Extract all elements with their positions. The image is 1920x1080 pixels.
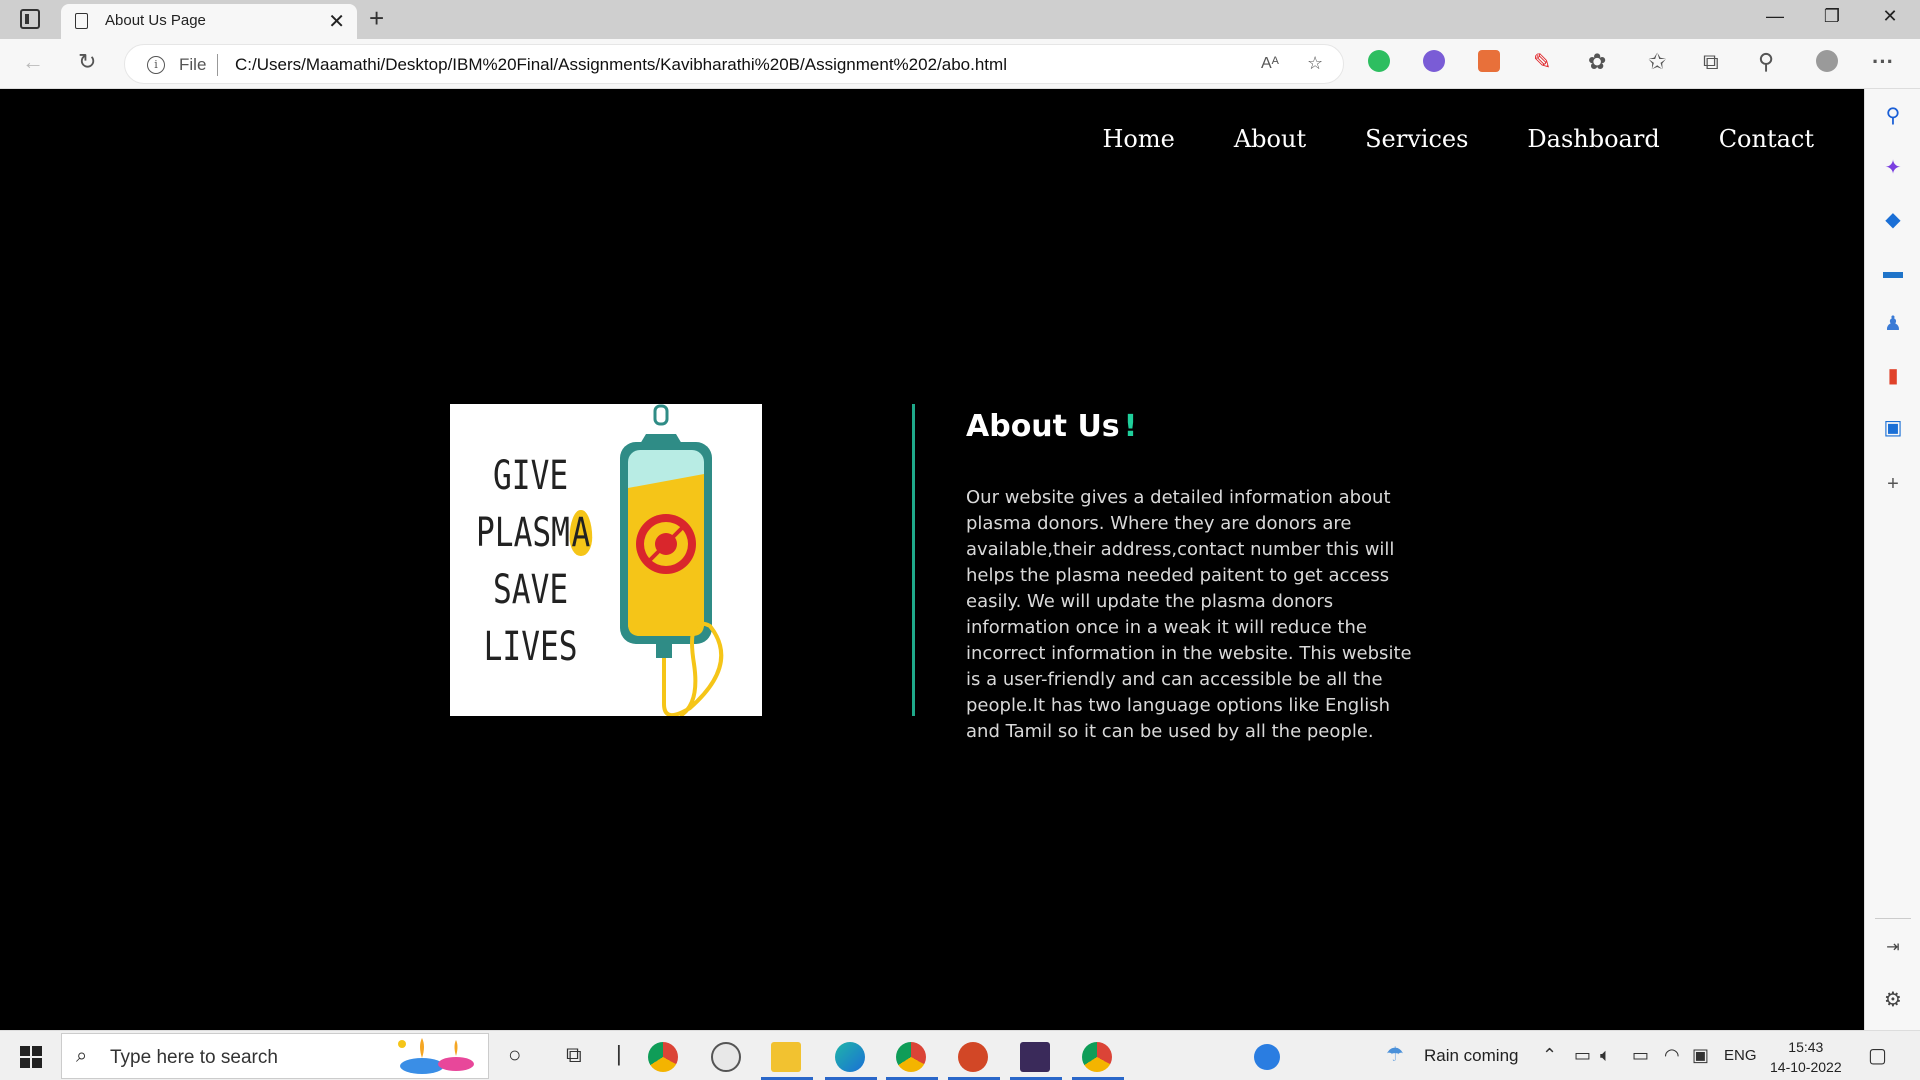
favorites-icon[interactable]: ✩ [1648, 49, 1666, 75]
nav-services[interactable]: Services [1365, 125, 1468, 153]
info-icon[interactable]: i [147, 56, 165, 74]
show-hidden-icons-chevron-icon[interactable]: ⌃ [1542, 1045, 1557, 1066]
sidebar-separator [1875, 918, 1911, 919]
about-description: Our website gives a detailed information… [966, 487, 1412, 742]
extension-purple-icon[interactable] [1423, 50, 1445, 72]
winrar-taskbar-icon[interactable] [1020, 1042, 1050, 1072]
clock-time: 15:43 [1788, 1039, 1824, 1055]
shopping-tag-icon[interactable]: ◆ [1882, 209, 1904, 231]
tools-briefcase-icon[interactable]: ▬ [1882, 261, 1904, 283]
browser-sidebar: ⚲ ✦ ◆ ▬ ♟ ▮ ▣ + ⇥ ⚙ [1864, 89, 1920, 1030]
file-explorer-icon[interactable] [771, 1042, 801, 1072]
minimize-button[interactable]: — [1755, 6, 1795, 27]
display-icon[interactable]: ▣ [1692, 1045, 1709, 1066]
diwali-diya-icon [398, 1038, 474, 1074]
taskbar-search-box[interactable]: ⌕ Type here to search [61, 1033, 489, 1079]
taskbar-search-placeholder: Type here to search [110, 1047, 278, 1068]
wifi-icon[interactable]: ◠ [1664, 1045, 1680, 1066]
extensions-icon[interactable]: ✿ [1588, 49, 1606, 75]
edge-taskbar-icon[interactable] [835, 1042, 865, 1072]
language-indicator[interactable]: ENG [1724, 1047, 1757, 1064]
rain-weather-icon[interactable]: ☂ [1386, 1042, 1404, 1067]
tab-actions-icon[interactable] [20, 9, 40, 29]
outlook-icon[interactable]: ▣ [1882, 417, 1904, 439]
main-nav: Home About Services Dashboard Contact [1103, 125, 1815, 153]
address-bar[interactable]: i File C:/Users/Maamathi/Desktop/IBM%20F… [124, 44, 1344, 84]
iv-bag-illustration [620, 404, 724, 716]
read-aloud-icon[interactable]: Aᴬ [1261, 55, 1279, 73]
discover-sparkle-icon[interactable]: ✦ [1882, 157, 1904, 179]
web-page: Home About Services Dashboard Contact GI… [0, 89, 1864, 1030]
battery-icon[interactable]: ▭ [1632, 1045, 1649, 1066]
clock-date: 14-10-2022 [1770, 1059, 1842, 1075]
new-tab-button[interactable]: + [369, 3, 384, 34]
page-icon [75, 13, 88, 29]
scheme-label: File [179, 55, 207, 74]
nav-contact[interactable]: Contact [1719, 125, 1814, 153]
profile-avatar[interactable] [1816, 50, 1838, 72]
close-window-button[interactable]: ✕ [1870, 6, 1910, 27]
more-menu-icon[interactable]: ··· [1872, 49, 1894, 75]
taskbar-divider-icon: | [616, 1041, 622, 1066]
plasma-donation-image: GIVE PLASMA SAVE LIVES [450, 404, 762, 716]
cortana-icon[interactable]: ○ [508, 1042, 521, 1068]
collections-icon[interactable]: ⧉ [1703, 49, 1719, 75]
clock-app-icon[interactable] [711, 1042, 741, 1072]
volume-icon[interactable]: 🔈︎ [1600, 1045, 1611, 1066]
nav-home[interactable]: Home [1103, 125, 1175, 153]
refresh-icon[interactable]: ↻ [78, 49, 96, 75]
about-exclamation: ! [1123, 409, 1138, 444]
address-separator [217, 54, 218, 76]
windows-taskbar: ⌕ Type here to search ○ ⧉ | ☂ Rain comin… [0, 1030, 1920, 1080]
taskbar-clock[interactable]: 15:43 14-10-2022 [1770, 1037, 1842, 1077]
sidebar-settings-icon[interactable]: ⚙ [1882, 989, 1904, 1011]
about-title-text: About Us [966, 409, 1120, 444]
browser-toolbar: ← ↻ i File C:/Users/Maamathi/Desktop/IBM… [0, 39, 1920, 89]
pen-icon[interactable]: ✎ [1533, 49, 1551, 75]
restore-button[interactable]: ❐ [1812, 6, 1852, 27]
office-icon[interactable]: ▮ [1882, 365, 1904, 387]
tab-title: About Us Page [105, 12, 206, 29]
help-icon[interactable] [1254, 1044, 1280, 1070]
search-magnifier-icon: ⌕ [76, 1045, 88, 1067]
url-text[interactable]: C:/Users/Maamathi/Desktop/IBM%20Final/As… [235, 55, 1007, 75]
content-divider [912, 404, 915, 716]
notifications-icon[interactable]: ▢ [1868, 1043, 1887, 1068]
share-icon[interactable]: ⚲ [1758, 49, 1774, 75]
hide-sidebar-icon[interactable]: ⇥ [1882, 937, 1904, 959]
games-icon[interactable]: ♟ [1882, 313, 1904, 335]
tab-about-us[interactable]: About Us Page ✕ [61, 4, 357, 39]
nav-about[interactable]: About [1234, 125, 1306, 153]
meet-now-icon[interactable]: ▭ [1574, 1045, 1591, 1066]
add-sidebar-item-icon[interactable]: + [1882, 473, 1904, 495]
chrome-second-taskbar-icon[interactable] [1082, 1042, 1112, 1072]
add-favorite-icon[interactable]: ☆ [1307, 53, 1323, 74]
tab-close-icon[interactable]: ✕ [328, 9, 345, 34]
chrome-profile-taskbar-icon[interactable] [896, 1042, 926, 1072]
extension-orange-icon[interactable] [1478, 50, 1500, 72]
chrome-taskbar-icon[interactable] [648, 1042, 678, 1072]
back-arrow-icon[interactable]: ← [22, 49, 44, 75]
nav-dashboard[interactable]: Dashboard [1527, 125, 1659, 153]
weather-text[interactable]: Rain coming [1424, 1046, 1519, 1066]
task-view-icon[interactable]: ⧉ [566, 1042, 582, 1068]
tab-bar: About Us Page ✕ + — ❐ ✕ [0, 0, 1920, 39]
evernote-icon[interactable] [1368, 50, 1390, 72]
about-heading: About Us! [966, 409, 1137, 444]
powerpoint-taskbar-icon[interactable] [958, 1042, 988, 1072]
start-windows-icon[interactable] [20, 1046, 42, 1068]
search-icon[interactable]: ⚲ [1882, 105, 1904, 127]
